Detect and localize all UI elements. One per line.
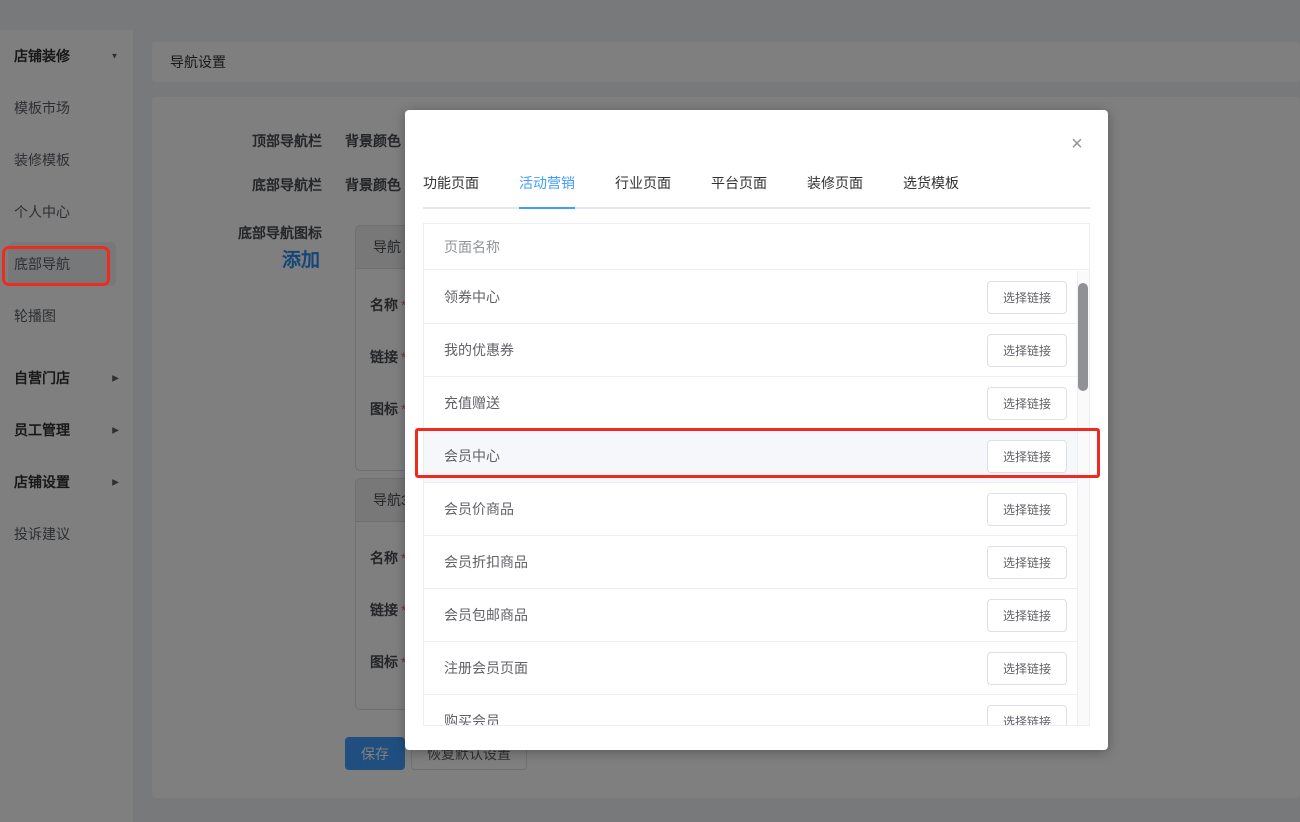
- page-link-row-注册会员页面[interactable]: 注册会员页面 选择链接: [424, 642, 1089, 695]
- select-link-button[interactable]: 选择链接: [986, 333, 1067, 367]
- select-link-button[interactable]: 选择链接: [986, 280, 1067, 314]
- page-link-row-会员包邮商品[interactable]: 会员包邮商品 选择链接: [424, 589, 1089, 642]
- page-name: 会员折扣商品: [444, 554, 528, 570]
- page-name: 购买会员: [444, 713, 500, 725]
- page-name: 会员价商品: [444, 501, 514, 517]
- select-link-button[interactable]: 选择链接: [986, 492, 1067, 526]
- page-link-row-购买会员[interactable]: 购买会员 选择链接: [424, 695, 1089, 725]
- page-link-row-会员价商品[interactable]: 会员价商品 选择链接: [424, 483, 1089, 536]
- page-link-row-我的优惠券[interactable]: 我的优惠券 选择链接: [424, 324, 1089, 377]
- tab-平台页面[interactable]: 平台页面: [711, 173, 767, 209]
- page-name: 会员中心: [444, 448, 500, 464]
- tab-装修页面[interactable]: 装修页面: [807, 173, 863, 209]
- page-name: 注册会员页面: [444, 660, 528, 676]
- select-link-button[interactable]: 选择链接: [986, 704, 1067, 725]
- page-link-table: 页面名称 领券中心 选择链接 我的优惠券 选择链接 充值赠送 选择链接 会员中心…: [423, 223, 1090, 726]
- select-link-button[interactable]: 选择链接: [986, 439, 1067, 473]
- page-name-column-header: 页面名称: [444, 238, 500, 255]
- page-name: 我的优惠券: [444, 342, 514, 358]
- page-link-row-会员中心[interactable]: 会员中心 选择链接: [424, 430, 1089, 483]
- page-name: 会员包邮商品: [444, 607, 528, 623]
- scrollbar-track[interactable]: [1077, 271, 1089, 725]
- tab-行业页面[interactable]: 行业页面: [615, 173, 671, 209]
- tab-活动营销[interactable]: 活动营销: [519, 173, 575, 209]
- page-link-row-会员折扣商品[interactable]: 会员折扣商品 选择链接: [424, 536, 1089, 589]
- link-picker-modal: × 功能页面 活动营销 行业页面 平台页面 装修页面 选货模板 页面名称 领券中心 选择链…: [405, 110, 1108, 750]
- tab-功能页面[interactable]: 功能页面: [423, 173, 479, 209]
- page-link-row-领券中心[interactable]: 领券中心 选择链接: [424, 271, 1089, 324]
- close-icon[interactable]: ×: [1068, 134, 1086, 154]
- modal-tabs: 功能页面 活动营销 行业页面 平台页面 装修页面 选货模板: [423, 173, 1090, 209]
- page-name: 充值赠送: [444, 395, 500, 411]
- table-header-row: 页面名称: [424, 224, 1089, 270]
- select-link-button[interactable]: 选择链接: [986, 545, 1067, 579]
- page-link-row-充值赠送[interactable]: 充值赠送 选择链接: [424, 377, 1089, 430]
- table-body: 领券中心 选择链接 我的优惠券 选择链接 充值赠送 选择链接 会员中心 选择链接…: [424, 271, 1089, 725]
- select-link-button[interactable]: 选择链接: [986, 598, 1067, 632]
- scrollbar-thumb[interactable]: [1078, 283, 1088, 391]
- select-link-button[interactable]: 选择链接: [986, 386, 1067, 420]
- select-link-button[interactable]: 选择链接: [986, 651, 1067, 685]
- tab-选货模板[interactable]: 选货模板: [903, 173, 959, 209]
- page-name: 领券中心: [444, 289, 500, 305]
